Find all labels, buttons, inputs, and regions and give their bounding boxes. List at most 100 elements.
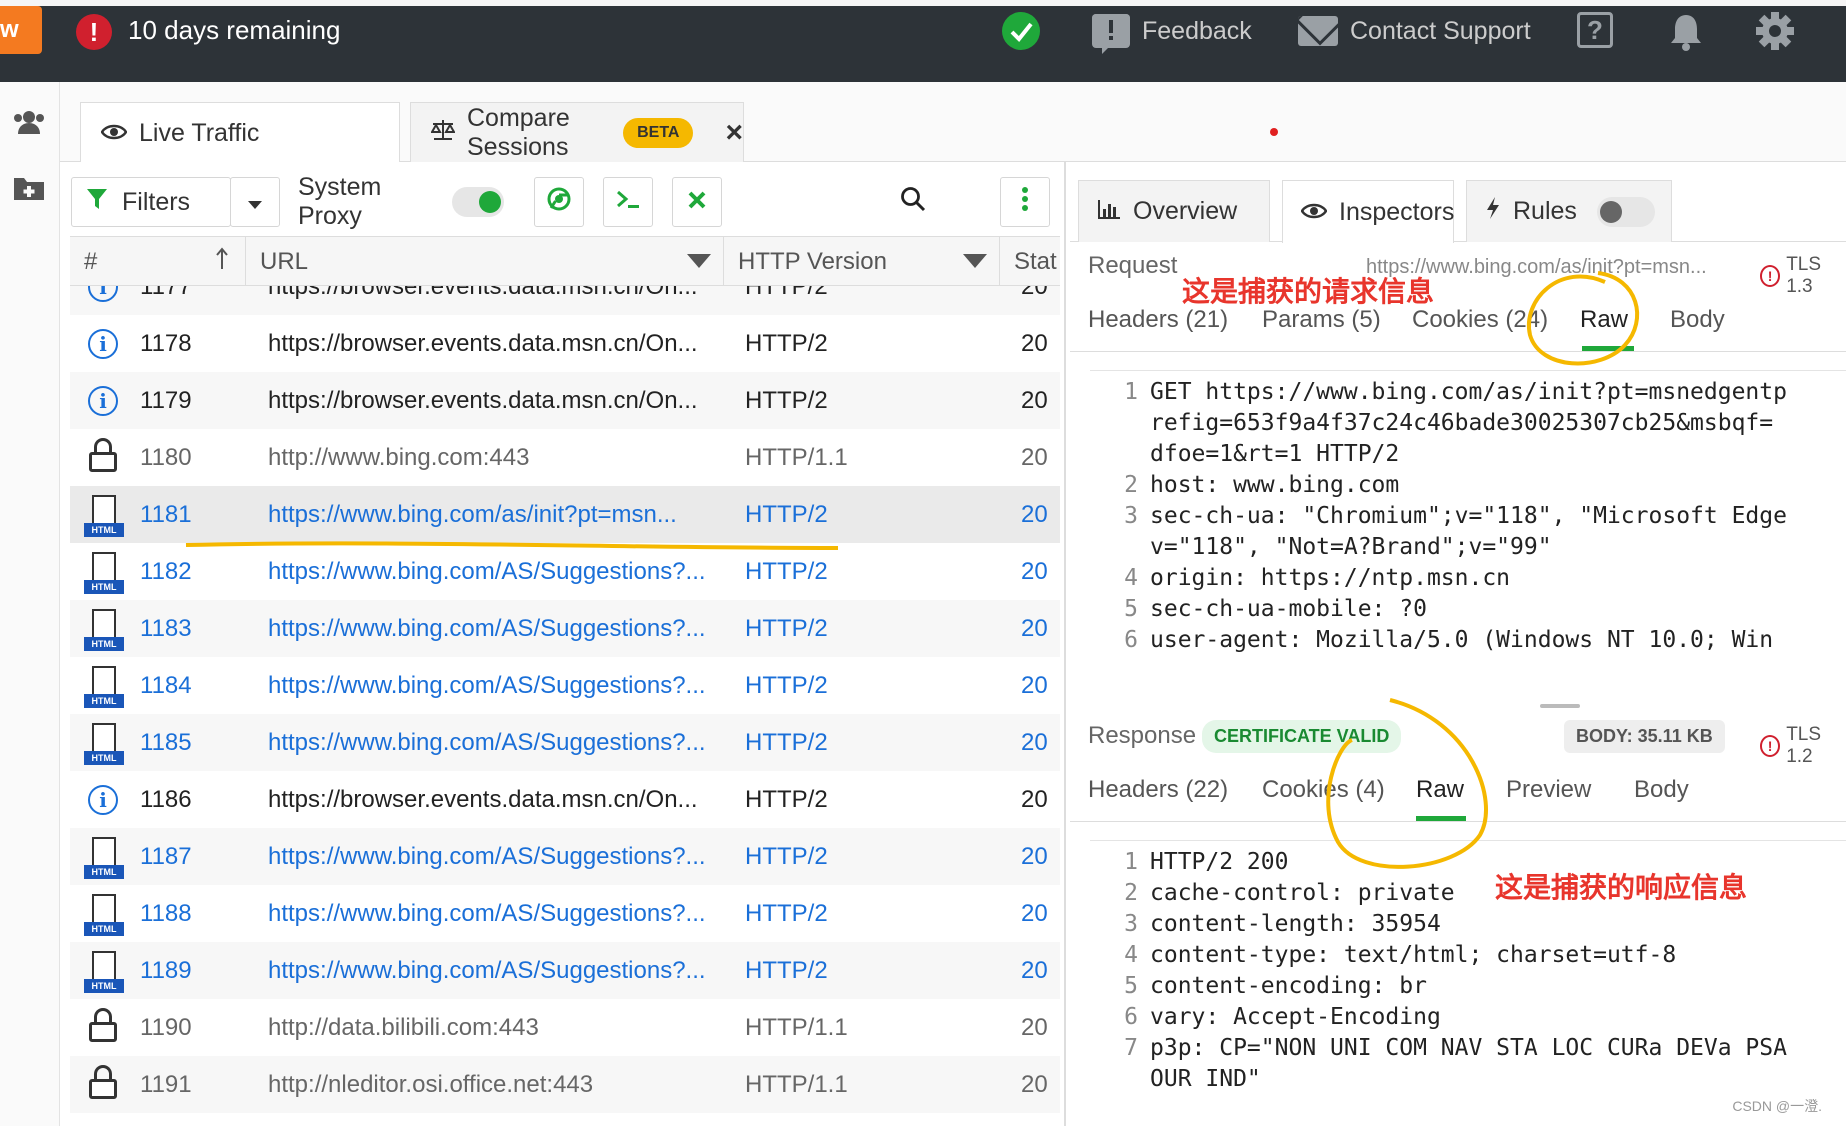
row-status: 20 — [1021, 785, 1048, 813]
row-id: 1187 — [140, 842, 192, 870]
row-url: https://www.bing.com/AS/Suggestions?... — [268, 557, 706, 585]
upgrade-tab[interactable]: w — [0, 6, 42, 54]
tab-live-traffic[interactable]: Live Traffic — [80, 102, 400, 163]
res-tab-headers[interactable]: Headers (22) — [1088, 776, 1228, 804]
res-tab-cookies[interactable]: Cookies (4) — [1262, 776, 1385, 804]
line-number: 4 — [1124, 942, 1138, 968]
traffic-table-header: # URL HTTP Version Stat — [70, 236, 1060, 287]
column-http-version[interactable]: HTTP Version — [724, 237, 1000, 287]
lock-icon — [88, 437, 122, 478]
sort-arrow-icon[interactable] — [215, 247, 229, 278]
users-icon[interactable] — [12, 108, 46, 138]
line-number: 1 — [1124, 849, 1138, 875]
response-annotation: 这是捕获的响应信息 — [1495, 871, 1748, 904]
upgrade-tab-label: w — [0, 16, 19, 43]
code-line: v="118", "Not=A?Brand";v="99" — [1090, 534, 1552, 560]
table-row[interactable]: HTML 1185 https://www.bing.com/AS/Suggesti… — [70, 714, 1060, 771]
table-row[interactable]: 1191 http://nleditor.osi.office.net:443 HT… — [70, 1056, 1060, 1113]
rules-toggle[interactable] — [1596, 196, 1655, 227]
system-proxy-toggle[interactable] — [451, 187, 504, 217]
system-proxy-label: System Proxy — [298, 173, 382, 230]
gear-icon[interactable] — [1754, 10, 1796, 57]
row-version: HTTP/1.1 — [745, 443, 848, 471]
line-text: dfoe=1&rt=1 HTTP/2 — [1150, 441, 1400, 467]
code-line: 6 user-agent: Mozilla/5.0 (Windows NT 10.… — [1090, 627, 1773, 653]
more-options-button[interactable] — [1000, 177, 1050, 227]
code-line: OUR IND" — [1090, 1066, 1261, 1092]
table-row[interactable]: HTML 1187 https://www.bing.com/AS/Suggesti… — [70, 828, 1060, 885]
request-label: Request — [1088, 252, 1178, 279]
code-line: 6 vary: Accept-Encoding — [1090, 1004, 1441, 1030]
eye-icon — [100, 119, 128, 148]
line-text: OUR IND" — [1150, 1066, 1261, 1092]
column-status[interactable]: Stat — [1000, 237, 1060, 287]
filters-dropdown-button[interactable] — [230, 177, 280, 227]
bar-chart-icon — [1097, 197, 1121, 226]
add-folder-icon[interactable] — [12, 174, 46, 204]
request-response-splitter[interactable] — [1070, 702, 1846, 710]
row-version: HTTP/2 — [745, 671, 828, 699]
version-filter-icon[interactable] — [963, 254, 987, 268]
row-status: 20 — [1021, 557, 1048, 585]
tab-compare-sessions[interactable]: Compare Sessions BETA × — [410, 102, 744, 162]
table-row[interactable]: HTML 1183 https://www.bing.com/AS/Suggesti… — [70, 600, 1060, 657]
req-tab-cookies[interactable]: Cookies (24) — [1412, 306, 1548, 334]
row-url: http://nleditor.osi.office.net:443 — [268, 1070, 594, 1098]
row-version: HTTP/2 — [745, 386, 828, 414]
column-id[interactable]: # — [70, 237, 246, 287]
table-row[interactable]: i 1178 https://browser.events.data.msn.cn/… — [70, 315, 1060, 372]
row-status: 20 — [1021, 443, 1048, 471]
request-raw-view[interactable]: 1 GET https://www.bing.com/as/init?pt=msn… — [1090, 370, 1846, 698]
chrome-button[interactable] — [534, 177, 584, 227]
row-status: 20 — [1021, 728, 1048, 756]
table-row[interactable]: 1190 http://data.bilibili.com:443 HTTP/1.1… — [70, 999, 1060, 1056]
line-number: 4 — [1124, 565, 1138, 591]
tab-rules[interactable]: Rules — [1466, 180, 1672, 242]
html-file-icon: HTML — [84, 836, 124, 879]
filters-label: Filters — [122, 187, 191, 216]
table-row[interactable]: i 1177 https://browser.events.data.msn.cn/… — [70, 286, 1060, 315]
row-id: 1181 — [140, 500, 192, 528]
table-row[interactable]: HTML 1182 https://www.bing.com/AS/Suggesti… — [70, 543, 1060, 600]
table-row[interactable]: i 1179 https://browser.events.data.msn.cn/… — [70, 372, 1060, 429]
code-line: refig=653f9a4f37c24c46bade30025307cb25&m… — [1090, 410, 1773, 436]
bell-icon[interactable] — [1668, 12, 1704, 57]
row-status: 20 — [1021, 956, 1048, 984]
column-id-label: # — [84, 248, 98, 275]
req-tab-raw[interactable]: Raw — [1580, 306, 1628, 334]
filters-button[interactable]: Filters — [71, 177, 231, 227]
req-tab-headers[interactable]: Headers (21) — [1088, 306, 1228, 334]
pane-divider[interactable] — [1064, 162, 1066, 1126]
res-tab-body[interactable]: Body — [1634, 776, 1689, 804]
res-tab-raw[interactable]: Raw — [1416, 776, 1464, 804]
clear-x-icon — [687, 188, 707, 217]
row-id: 1184 — [140, 671, 192, 699]
res-tab-preview[interactable]: Preview — [1506, 776, 1591, 804]
row-id: 1182 — [140, 557, 192, 585]
url-filter-icon[interactable] — [687, 254, 711, 268]
table-row[interactable]: HTML 1189 https://www.bing.com/AS/Suggesti… — [70, 942, 1060, 999]
table-row[interactable]: HTML 1184 https://www.bing.com/AS/Suggesti… — [70, 657, 1060, 714]
feedback-button[interactable]: Feedback — [1092, 10, 1252, 54]
table-row[interactable]: HTML 1188 https://www.bing.com/AS/Suggesti… — [70, 885, 1060, 942]
clear-button[interactable] — [672, 177, 722, 227]
row-id: 1180 — [140, 443, 192, 471]
table-row[interactable]: HTML 1181 https://www.bing.com/as/init?pt=… — [70, 486, 1060, 543]
table-row[interactable]: i 1186 https://browser.events.data.msn.cn/… — [70, 771, 1060, 828]
column-url[interactable]: URL — [246, 237, 724, 287]
req-tab-body[interactable]: Body — [1670, 306, 1725, 334]
help-icon[interactable]: ? — [1577, 12, 1613, 48]
search-button[interactable] — [888, 177, 938, 227]
row-url: https://browser.events.data.msn.cn/On... — [268, 329, 698, 357]
scale-icon — [430, 118, 456, 147]
close-icon[interactable]: × — [725, 116, 743, 150]
system-proxy-control[interactable]: System Proxy — [288, 173, 504, 230]
terminal-button[interactable] — [603, 177, 653, 227]
contact-support-button[interactable]: Contact Support — [1298, 10, 1531, 52]
row-url: https://www.bing.com/AS/Suggestions?... — [268, 899, 706, 927]
tab-inspectors[interactable]: Inspectors — [1282, 180, 1454, 243]
req-tab-params[interactable]: Params (5) — [1262, 306, 1381, 334]
table-row[interactable]: 1180 http://www.bing.com:443 HTTP/1.1 20 — [70, 429, 1060, 486]
tab-overview[interactable]: Overview — [1078, 180, 1270, 242]
line-text: sec-ch-ua-mobile: ?0 — [1150, 596, 1427, 622]
